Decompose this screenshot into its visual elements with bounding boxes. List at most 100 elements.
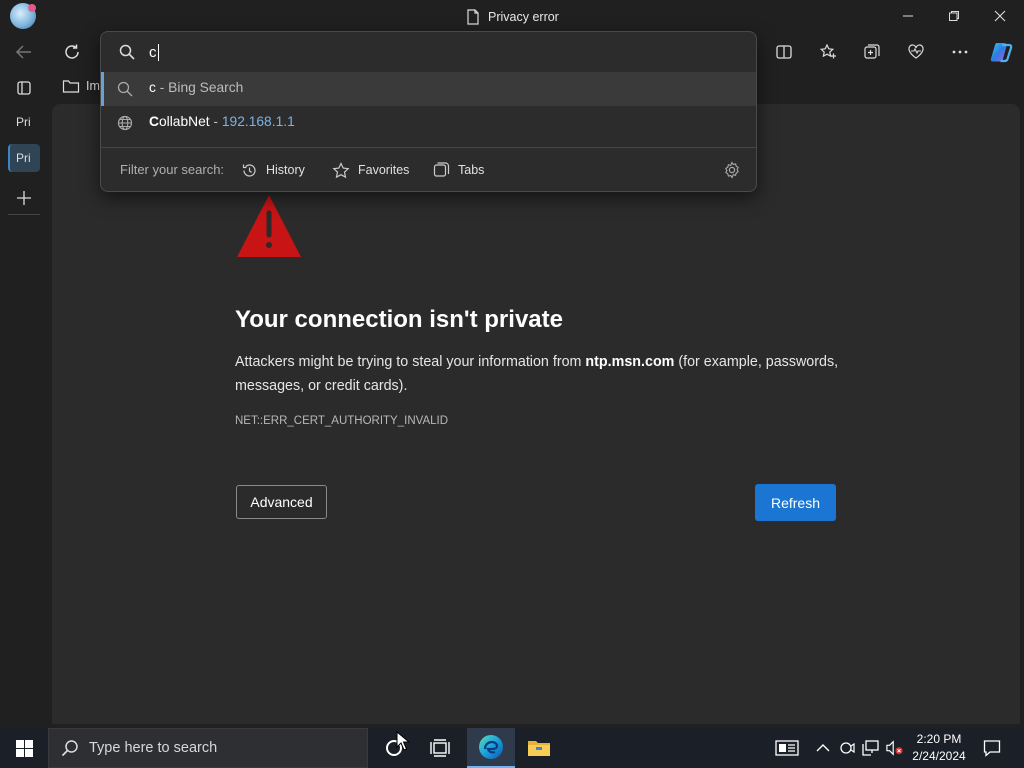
volume-muted-icon — [886, 740, 903, 756]
minimize-icon — [903, 15, 913, 17]
warning-triangle-icon — [237, 195, 301, 257]
notifications-button[interactable] — [982, 738, 1002, 758]
notification-icon — [983, 740, 1001, 757]
tray-volume[interactable] — [886, 739, 904, 757]
start-button[interactable] — [0, 728, 48, 768]
tray-overflow-button[interactable] — [814, 739, 832, 757]
close-window-button[interactable] — [979, 4, 1021, 28]
error-code[interactable]: NET::ERR_CERT_AUTHORITY_INVALID — [235, 415, 448, 427]
collections-icon — [864, 44, 880, 59]
tabs-icon — [433, 162, 450, 177]
suggestion-separator: - — [155, 80, 169, 95]
suggestion-collabnet[interactable]: CollabNet - 192.168.1.1 — [101, 106, 756, 140]
clock-date: 2/24/2024 — [912, 749, 966, 763]
window-title: Privacy error — [488, 10, 559, 24]
sidebar-divider — [8, 214, 40, 215]
tab-actions-button[interactable] — [7, 74, 41, 102]
edge-logo-icon — [479, 735, 503, 759]
suggestion-title: ollabNet — [158, 114, 210, 129]
description-host: ntp.msn.com — [585, 354, 675, 370]
copilot-icon — [990, 43, 1013, 63]
favorites-button[interactable] — [813, 38, 843, 66]
copilot-button[interactable] — [987, 38, 1017, 66]
history-clock-icon — [242, 163, 256, 177]
filter-favorites-label: Favorites — [358, 163, 410, 177]
taskbar-file-explorer-app[interactable] — [515, 728, 563, 768]
split-screen-button[interactable] — [769, 38, 799, 66]
description-text: Attackers might be trying to steal your … — [235, 354, 586, 370]
tray-network[interactable] — [862, 739, 880, 757]
address-input[interactable]: c — [149, 41, 709, 63]
reload-icon — [65, 44, 79, 59]
settings-more-button[interactable] — [945, 38, 975, 66]
taskbar-search-box[interactable]: Type here to search — [48, 728, 368, 768]
camera-icon — [840, 742, 855, 754]
cortana-button[interactable] — [370, 728, 418, 768]
suggestion-text: c - Bing Search — [149, 80, 243, 95]
filter-history[interactable]: History — [241, 159, 305, 181]
page-heading: Your connection isn't private — [235, 306, 563, 333]
taskbar-clock[interactable]: 2:20 PM 2/24/2024 — [905, 731, 973, 765]
new-tab-button[interactable] — [7, 184, 41, 212]
browser-essentials-button[interactable] — [901, 38, 931, 66]
collections-button[interactable] — [857, 38, 887, 66]
sidebar-tab-label: Pri — [16, 151, 31, 165]
filter-favorites[interactable]: Favorites — [332, 159, 409, 181]
title-bar: Privacy error — [0, 0, 1024, 34]
vertical-tabs-sidebar: Pri Pri — [0, 34, 50, 724]
search-icon — [117, 81, 133, 97]
more-dots-icon — [952, 50, 968, 54]
suggestion-url: 192.168.1.1 — [221, 114, 295, 129]
tray-news-widget[interactable] — [774, 739, 800, 757]
minimize-button[interactable] — [887, 4, 929, 28]
tab-actions-icon — [17, 81, 31, 95]
suggestion-source: Bing Search — [168, 80, 244, 95]
restore-icon — [949, 11, 959, 21]
heart-pulse-icon — [908, 44, 924, 59]
suggestion-bing-search[interactable]: c - Bing Search — [101, 72, 756, 106]
globe-icon — [117, 115, 133, 131]
mouse-cursor-icon — [396, 731, 410, 751]
favorites-star-icon — [819, 43, 836, 59]
sidebar-tab-active[interactable]: Pri — [8, 144, 40, 172]
refresh-button[interactable]: Refresh — [755, 484, 836, 521]
address-input-text: c — [149, 43, 157, 61]
restore-button[interactable] — [933, 4, 975, 28]
filter-history-label: History — [266, 163, 305, 177]
tray-meet-now[interactable] — [838, 739, 856, 757]
search-icon — [61, 740, 78, 757]
folder-icon — [528, 741, 550, 756]
address-input-row[interactable]: c — [101, 32, 756, 72]
task-view-icon — [430, 739, 450, 757]
suggestion-match: C — [149, 114, 159, 129]
split-screen-icon — [776, 45, 792, 59]
news-icon — [775, 740, 799, 756]
star-icon — [332, 161, 350, 178]
favorites-bar-item-label: Im — [86, 79, 100, 93]
page-description: Attackers might be trying to steal your … — [235, 350, 845, 398]
task-view-button[interactable] — [416, 728, 464, 768]
folder-icon — [62, 80, 80, 93]
search-filter-row: Filter your search: History Favorites Ta… — [101, 148, 756, 191]
windows-logo-icon — [15, 739, 33, 757]
suggestion-separator: - — [209, 114, 222, 129]
sidebar-tab-label: Pri — [16, 115, 31, 129]
taskbar: Type here to search 2:20 PM 2/24/2024 — [0, 728, 1024, 768]
advanced-button[interactable]: Advanced — [236, 485, 327, 519]
plus-icon — [17, 191, 31, 205]
taskbar-search-placeholder: Type here to search — [89, 740, 218, 756]
favorites-bar-item[interactable]: Im — [62, 76, 102, 96]
suggestion-match: c — [149, 80, 156, 95]
gear-icon[interactable] — [723, 161, 741, 179]
refresh-toolbar-button[interactable] — [57, 38, 87, 66]
search-icon — [119, 44, 135, 60]
chevron-up-icon — [816, 744, 830, 752]
filter-tabs[interactable]: Tabs — [433, 159, 484, 181]
close-icon — [994, 10, 1006, 22]
filter-tabs-label: Tabs — [458, 163, 485, 177]
back-button[interactable] — [7, 38, 41, 66]
window-title-group: Privacy error — [466, 8, 559, 26]
taskbar-edge-app[interactable] — [467, 728, 515, 768]
sidebar-tab-1[interactable]: Pri — [8, 108, 40, 136]
profile-badge — [28, 4, 36, 12]
